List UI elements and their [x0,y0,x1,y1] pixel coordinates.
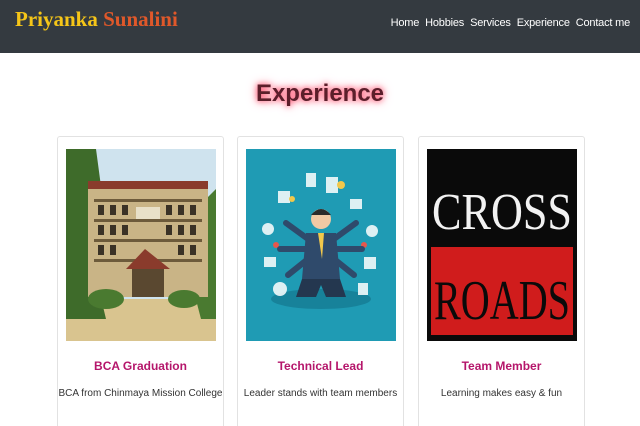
card-technical-lead: Technical Lead Leader stands with team m… [237,136,404,426]
card-bca-graduation: BCA Graduation BCA from Chinmaya Mission… [57,136,224,426]
roads-text: ROADS [434,270,570,332]
card-title: BCA Graduation [94,359,187,373]
card-text: Learning makes easy & fun [440,388,563,399]
cross-roads-image: CROSS ROADS [427,149,577,341]
multitasking-leader-image [246,149,396,341]
nav-experience[interactable]: Experience [517,17,570,29]
nav-contact[interactable]: Contact me [576,17,630,29]
card-title: Team Member [461,359,542,373]
college-building-image [66,149,216,341]
brand-logo[interactable]: Priyanka Sunalini [15,7,178,32]
card-text: Leader stands with team members [243,388,398,399]
cross-text: CROSS [432,184,572,241]
card-text: BCA from Chinmaya Mission College [58,388,223,399]
brand-first-name: Priyanka [15,7,98,31]
nav-hobbies[interactable]: Hobbies [425,17,464,29]
nav-links: Home Hobbies Services Experience Contact… [391,17,631,29]
nav-services[interactable]: Services [470,17,511,29]
section-title: Experience [255,80,385,107]
card-title: Technical Lead [277,359,364,373]
nav-home[interactable]: Home [391,17,420,29]
brand-last-name: Sunalini [103,7,178,31]
navbar: Priyanka Sunalini Home Hobbies Services … [0,0,640,53]
card-team-member: CROSS ROADS Team Member Learning makes e… [418,136,585,426]
